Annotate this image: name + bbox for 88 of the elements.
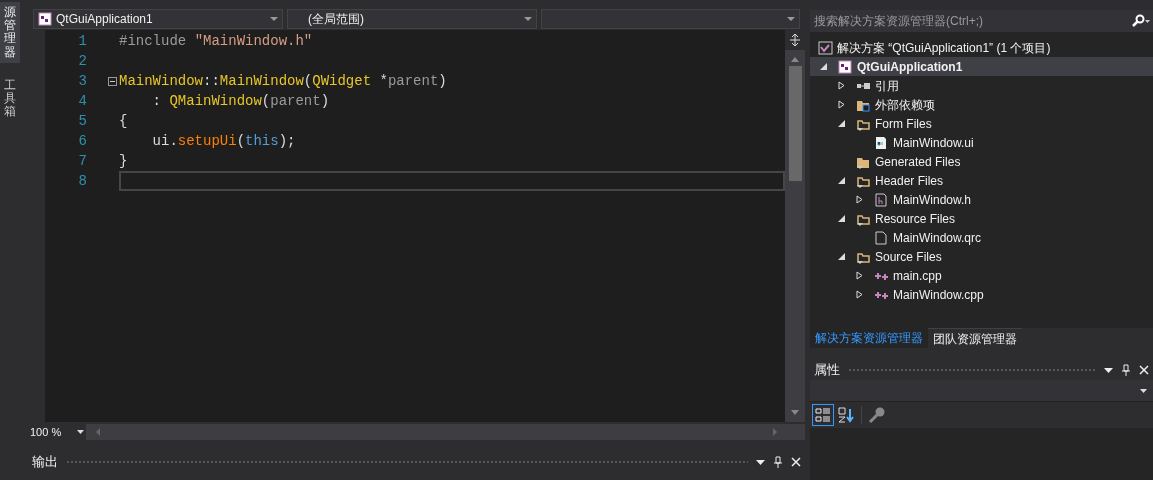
expanded-icon[interactable] xyxy=(838,120,845,127)
file-icon xyxy=(874,135,889,150)
side-tab[interactable]: 源管理器 xyxy=(0,2,20,63)
tree-item[interactable]: Resource Files xyxy=(810,209,1153,228)
dropdown-icon xyxy=(524,17,532,21)
close-icon[interactable] xyxy=(1139,365,1149,375)
expanded-icon[interactable] xyxy=(838,177,845,184)
tree-item[interactable]: Header Files xyxy=(810,171,1153,190)
dropdown-icon xyxy=(270,17,278,21)
tree-label: 外部依赖项 xyxy=(875,96,935,114)
zoom-dropdown[interactable]: 100 % xyxy=(28,424,86,440)
line-number: 2 xyxy=(77,51,88,71)
side-tab[interactable]: 工具箱 xyxy=(0,74,20,123)
tree-item[interactable]: Generated Files xyxy=(810,152,1153,171)
dropdown-icon[interactable] xyxy=(756,459,765,465)
dropdown-icon xyxy=(77,430,84,434)
split-icon[interactable] xyxy=(789,33,801,47)
panel-tab[interactable]: 团队资源管理器 xyxy=(928,328,1022,348)
collapsed-icon[interactable] xyxy=(838,81,845,90)
tree-item[interactable]: MainWindow.ui xyxy=(810,133,1153,152)
tree-label: main.cpp xyxy=(893,267,942,285)
tree-item[interactable]: MainWindow.cpp xyxy=(810,285,1153,304)
tree-item[interactable]: 引用 xyxy=(810,76,1153,95)
solution-icon xyxy=(818,40,833,55)
categorized-icon[interactable] xyxy=(812,404,834,426)
tree-label: Source Files xyxy=(875,248,942,266)
line-number: 6 xyxy=(77,131,88,151)
output-title: 输出 xyxy=(32,453,58,472)
tree-item[interactable]: Form Files xyxy=(810,114,1153,133)
tree-label: Form Files xyxy=(875,115,932,133)
vertical-scrollbar[interactable] xyxy=(785,30,805,422)
properties-title: 属性 xyxy=(814,361,840,380)
pin-icon[interactable] xyxy=(1121,364,1131,376)
solution-label: 解决方案 “QtGuiApplication1” (1 个项目) xyxy=(837,39,1051,57)
close-icon[interactable] xyxy=(791,457,801,467)
dropdown-icon xyxy=(787,17,795,21)
tree-label: QtGuiApplication1 xyxy=(857,58,963,76)
dropdown-icon[interactable] xyxy=(1104,367,1113,373)
project-dropdown[interactable]: QtGuiApplication1 xyxy=(33,9,283,29)
expanded-icon[interactable] xyxy=(820,63,827,70)
tree-label: Generated Files xyxy=(875,153,961,171)
tree-item[interactable]: 外部依赖项 xyxy=(810,95,1153,114)
code-line: #include "MainWindow.h" xyxy=(119,31,313,51)
collapsed-icon[interactable] xyxy=(856,195,863,204)
scope-dropdown[interactable]: (全局范围) xyxy=(287,9,537,29)
key-icon[interactable] xyxy=(868,406,886,424)
code-line: : QMainWindow(parent) xyxy=(151,91,330,111)
tree-label: 引用 xyxy=(875,77,899,95)
line-number: 1 xyxy=(77,31,88,51)
collapsed-icon[interactable] xyxy=(838,100,845,109)
tree-item[interactable]: MainWindow.h xyxy=(810,190,1153,209)
tree-label: MainWindow.cpp xyxy=(893,286,984,304)
line-number: 7 xyxy=(77,151,88,171)
collapsed-icon[interactable] xyxy=(856,290,863,299)
tree-item[interactable]: Source Files xyxy=(810,247,1153,266)
tree-label: MainWindow.h xyxy=(893,191,972,209)
expanded-icon[interactable] xyxy=(838,215,845,222)
panel-tab[interactable]: 解决方案资源管理器 xyxy=(810,328,928,348)
file-icon xyxy=(874,192,889,207)
tree-item[interactable]: MainWindow.qrc xyxy=(810,228,1153,247)
tree-label: Header Files xyxy=(875,172,944,190)
code-line: MainWindow::MainWindow(QWidget *parent) xyxy=(119,71,447,91)
file-icon xyxy=(874,230,889,245)
scrollbar-thumb[interactable] xyxy=(788,66,802,181)
scope-name: (全局范围) xyxy=(308,11,365,28)
code-line: ui.setupUi(this); xyxy=(151,131,296,151)
tree-label: MainWindow.qrc xyxy=(893,229,982,247)
line-number: 5 xyxy=(77,111,88,131)
project-icon xyxy=(838,59,853,74)
sort-alphabetical-icon[interactable] xyxy=(837,406,855,424)
collapse-icon[interactable] xyxy=(108,76,117,86)
search-field[interactable]: 搜索解决方案资源管理器(Ctrl+;) xyxy=(810,10,1130,32)
code-line: { xyxy=(119,111,128,131)
tree-item[interactable]: QtGuiApplication1 xyxy=(810,57,1153,76)
project-icon xyxy=(38,12,52,26)
tree-label: Resource Files xyxy=(875,210,956,228)
project-name: QtGuiApplication1 xyxy=(56,11,154,28)
code-line: } xyxy=(119,151,128,171)
line-number: 4 xyxy=(77,91,88,111)
search-icon[interactable] xyxy=(1130,10,1153,32)
line-number: 3 xyxy=(77,71,88,91)
dropdown-icon xyxy=(1140,388,1147,393)
collapsed-icon[interactable] xyxy=(856,271,863,280)
pin-icon[interactable] xyxy=(773,456,783,468)
expanded-icon[interactable] xyxy=(838,253,845,260)
line-number: 8 xyxy=(77,171,88,191)
tree-item[interactable]: main.cpp xyxy=(810,266,1153,285)
tree-label: MainWindow.ui xyxy=(893,134,974,152)
